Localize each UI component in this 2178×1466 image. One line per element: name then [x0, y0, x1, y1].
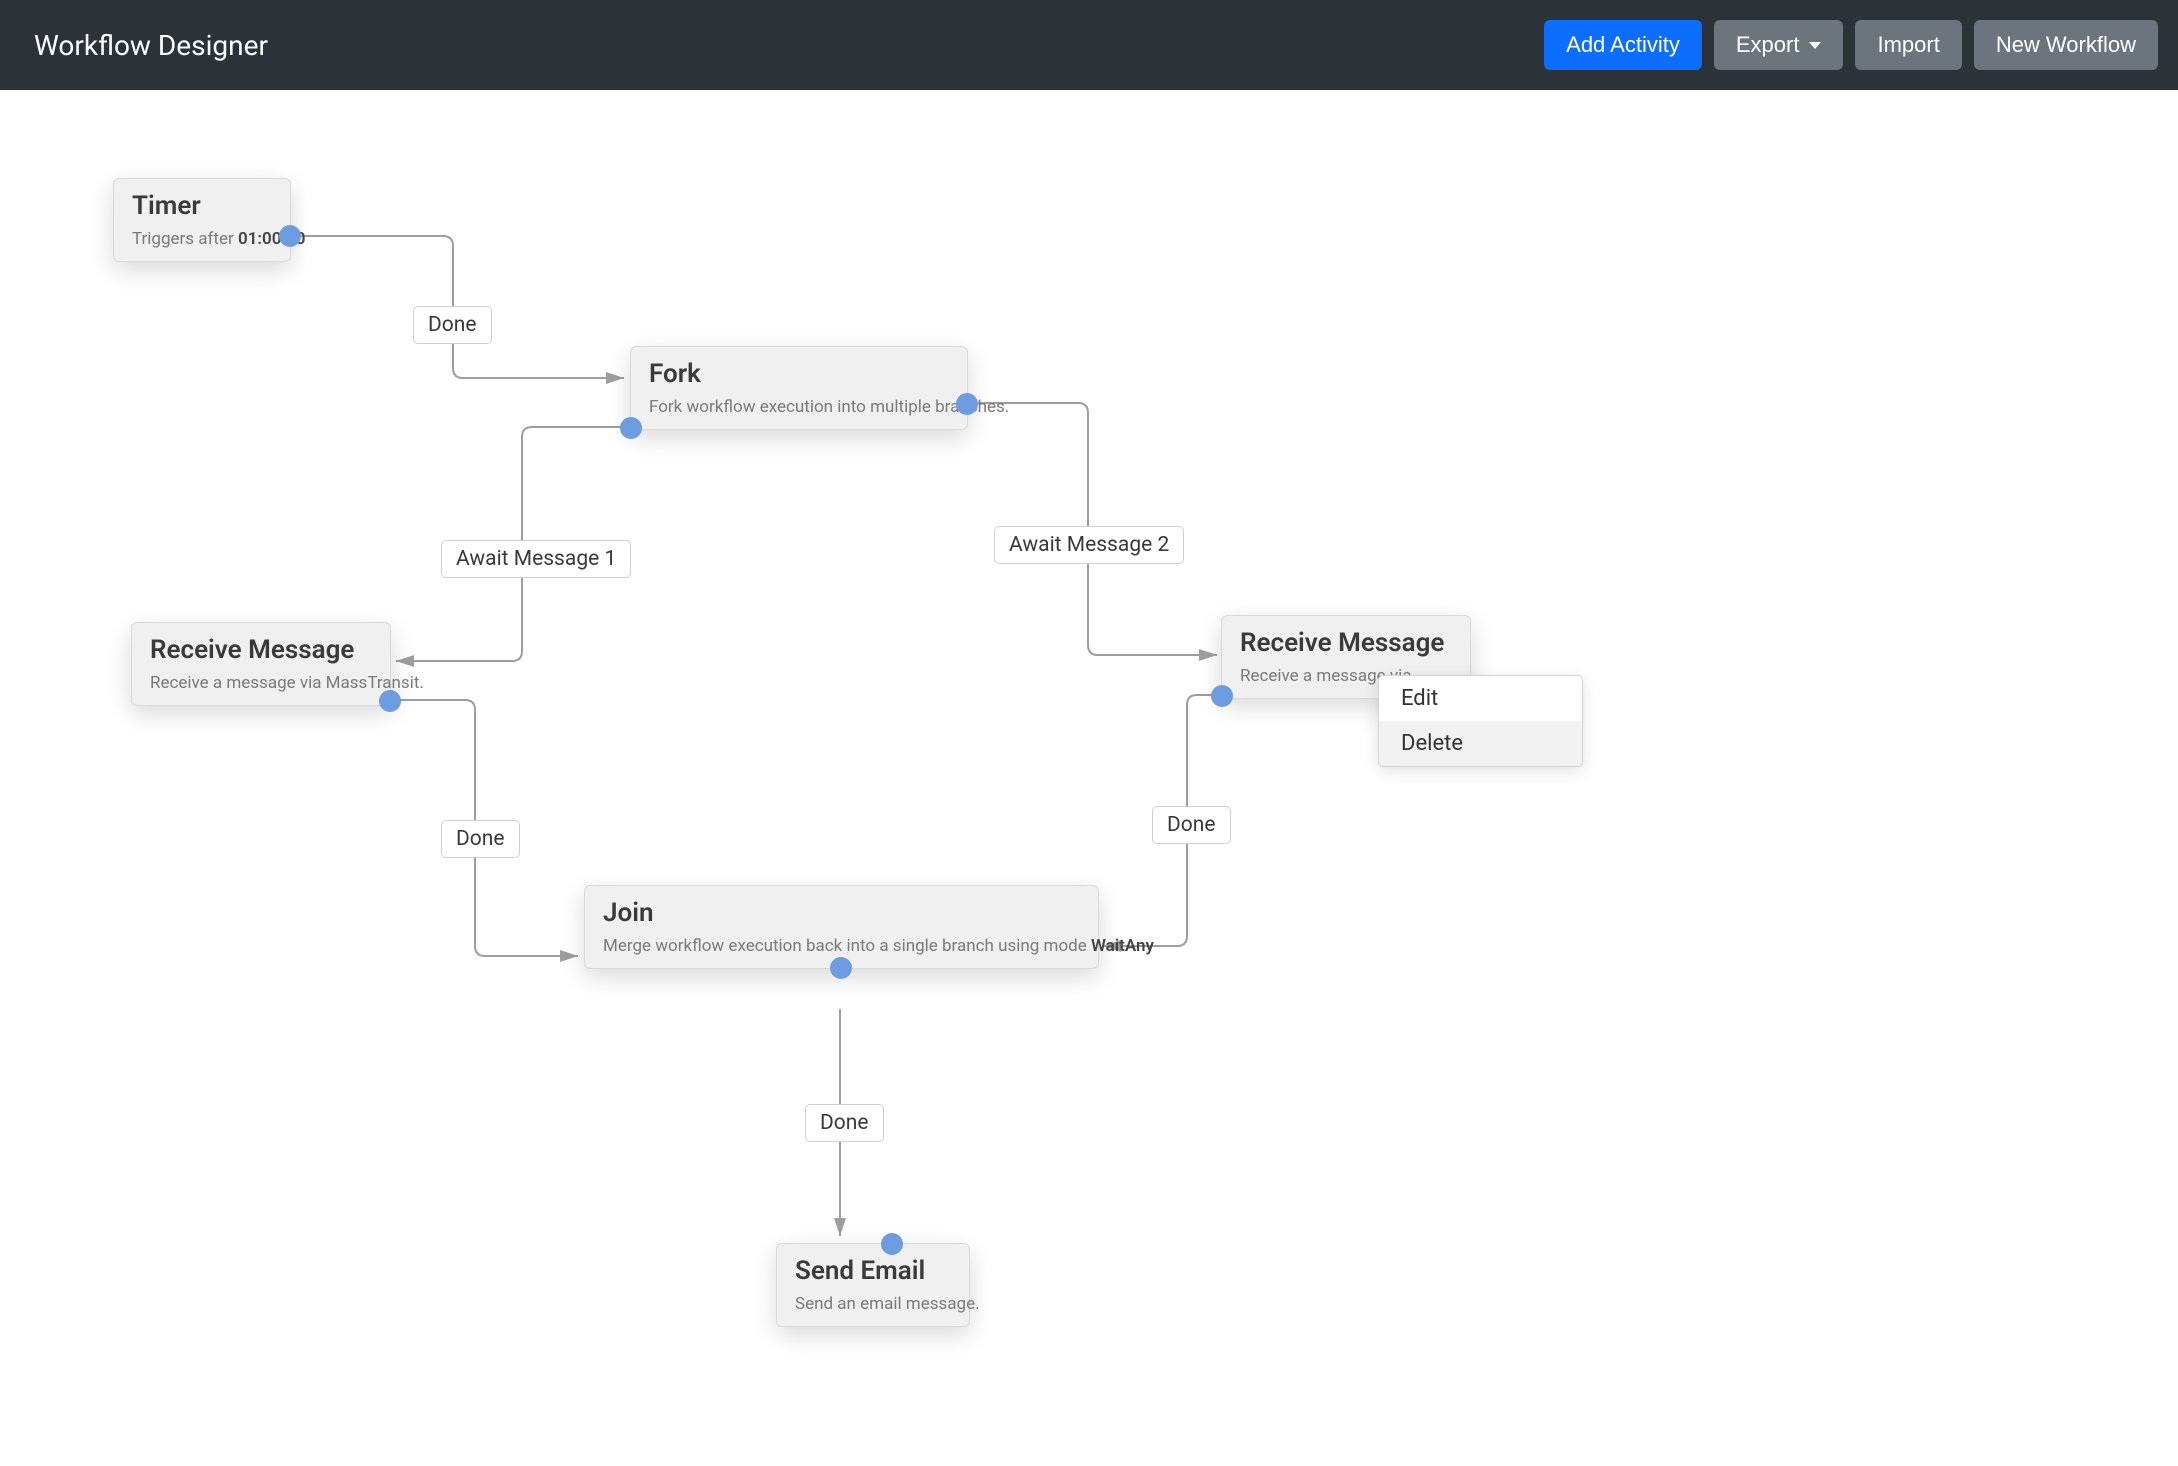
edge-label-done[interactable]: Done — [1152, 806, 1231, 844]
port-out[interactable] — [379, 690, 401, 712]
context-menu-delete[interactable]: Delete — [1379, 721, 1582, 766]
edges-layer — [0, 90, 2178, 1466]
edge-label-done[interactable]: Done — [413, 306, 492, 344]
edge-label-await-2[interactable]: Await Message 2 — [994, 526, 1184, 564]
node-desc: Receive a message via MassTransit. — [150, 673, 372, 693]
port-out-left[interactable] — [620, 417, 642, 439]
node-desc: Fork workflow execution into multiple br… — [649, 397, 949, 417]
node-desc-text: Triggers after — [132, 229, 238, 249]
node-fork[interactable]: Fork Fork workflow execution into multip… — [630, 346, 968, 430]
node-title: Timer — [132, 191, 272, 221]
port-in[interactable] — [881, 1233, 903, 1255]
node-desc-value: WaitAny — [1091, 936, 1154, 956]
node-desc: Triggers after 01:00:00 — [132, 229, 272, 249]
context-menu-edit[interactable]: Edit — [1379, 676, 1582, 721]
node-title: Receive Message — [150, 635, 372, 665]
context-menu: Edit Delete — [1378, 675, 1583, 767]
node-send-email[interactable]: Send Email Send an email message. — [776, 1243, 970, 1327]
app-title: Workflow Designer — [20, 29, 268, 62]
workflow-canvas[interactable]: Timer Triggers after 01:00:00 Fork Fork … — [0, 90, 2178, 1466]
node-title: Receive Message — [1240, 628, 1452, 658]
port-out[interactable] — [1211, 685, 1233, 707]
node-title: Fork — [649, 359, 949, 389]
edge-label-done[interactable]: Done — [805, 1104, 884, 1142]
header-actions: Add Activity Export Import New Workflow — [1544, 20, 2158, 70]
node-title: Join — [603, 898, 1080, 928]
export-button-label: Export — [1736, 32, 1800, 58]
app-header: Workflow Designer Add Activity Export Im… — [0, 0, 2178, 90]
port-out[interactable] — [830, 957, 852, 979]
caret-down-icon — [1809, 42, 1821, 49]
add-activity-button[interactable]: Add Activity — [1544, 20, 1702, 70]
node-receive-message-1[interactable]: Receive Message Receive a message via Ma… — [131, 622, 391, 706]
port-out-right[interactable] — [956, 393, 978, 415]
new-workflow-button[interactable]: New Workflow — [1974, 20, 2158, 70]
node-title: Send Email — [795, 1256, 951, 1286]
edge-label-done[interactable]: Done — [441, 820, 520, 858]
node-desc-text: Merge workflow execution back into a sin… — [603, 936, 1091, 956]
node-desc: Merge workflow execution back into a sin… — [603, 936, 1080, 956]
port-out[interactable] — [279, 225, 301, 247]
export-button[interactable]: Export — [1714, 20, 1844, 70]
edge-label-await-1[interactable]: Await Message 1 — [441, 540, 631, 578]
node-desc: Send an email message. — [795, 1294, 951, 1314]
import-button[interactable]: Import — [1855, 20, 1961, 70]
node-join[interactable]: Join Merge workflow execution back into … — [584, 885, 1099, 969]
node-timer[interactable]: Timer Triggers after 01:00:00 — [113, 178, 291, 262]
